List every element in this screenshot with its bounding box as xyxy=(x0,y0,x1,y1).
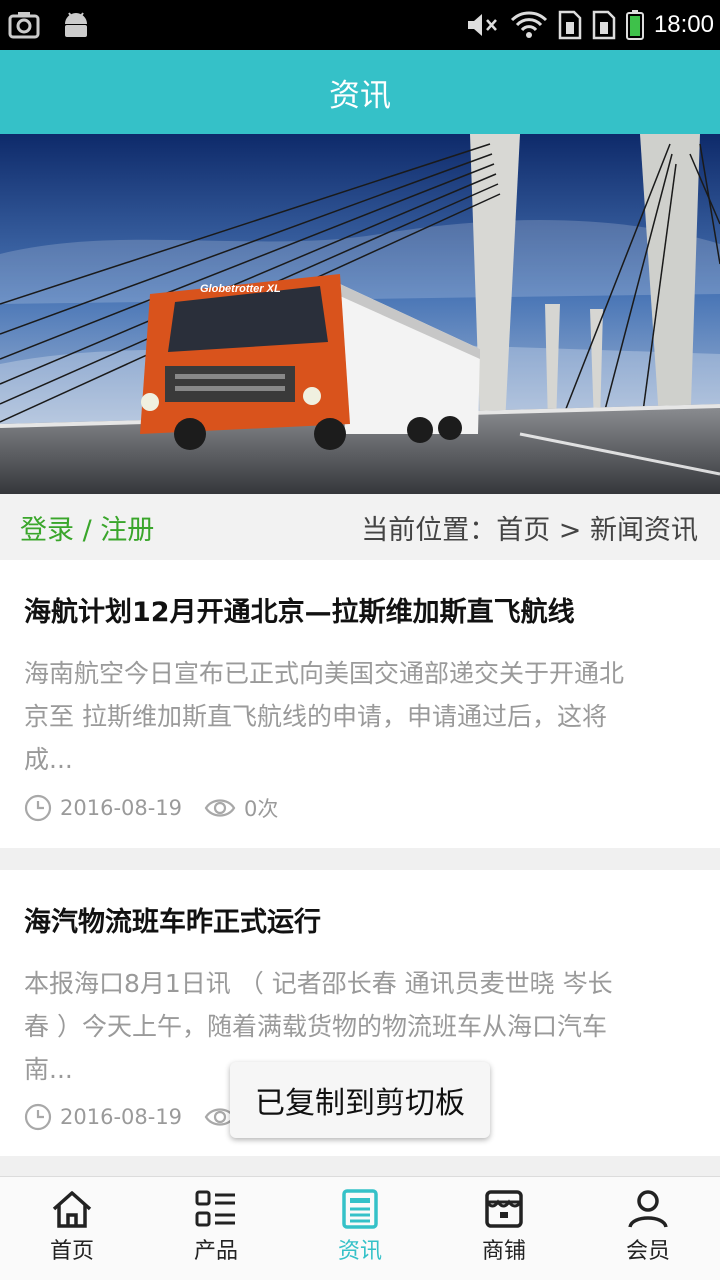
tab-products[interactable]: 产品 xyxy=(144,1177,288,1280)
store-icon xyxy=(485,1190,523,1228)
tab-label: 会员 xyxy=(625,1239,670,1264)
eye-icon xyxy=(204,799,236,817)
home-icon xyxy=(52,1191,92,1228)
news-date: 2016-08-19 xyxy=(60,796,183,820)
clock: 18:00 xyxy=(653,11,714,38)
news-title[interactable]: 海航计划12月开通北京—拉斯维加斯直飞航线 xyxy=(24,590,575,629)
tab-label: 资讯 xyxy=(337,1239,382,1264)
tab-home[interactable]: 首页 xyxy=(0,1177,144,1280)
news-meta: 2016-08-19 0次 xyxy=(24,793,278,823)
news-date: 2016-08-19 xyxy=(60,1105,183,1129)
user-icon xyxy=(628,1190,668,1228)
list-icon xyxy=(195,1190,235,1227)
news-summary: 海南航空今日宣布已正式向美国交通部递交关于开通北 京至 拉斯维加斯直飞航线的申请… xyxy=(24,659,625,774)
battery-icon xyxy=(625,10,644,40)
truck-logo-text: Globetrotter XL xyxy=(200,283,281,295)
clock-icon xyxy=(24,1103,52,1131)
android-icon xyxy=(65,12,87,37)
tab-store[interactable]: 商铺 xyxy=(432,1177,576,1280)
tab-label: 产品 xyxy=(193,1239,238,1264)
sim2-icon xyxy=(592,10,616,40)
current-location: 当前位置：首页 > 新闻资讯 xyxy=(361,515,698,546)
news-item[interactable]: 海航计划12月开通北京—拉斯维加斯直飞航线 海南航空今日宣布已正式向美国交通部递… xyxy=(0,560,720,848)
news-icon xyxy=(342,1189,378,1229)
banner-image[interactable]: Globetrotter XL xyxy=(0,134,720,494)
screenshot-icon xyxy=(8,12,40,39)
tab-member[interactable]: 会员 xyxy=(576,1177,720,1280)
news-title[interactable]: 海汽物流班车昨正式运行 xyxy=(24,900,321,939)
copied-toast: 已复制到剪切板 xyxy=(230,1062,490,1138)
status-bar: 18:00 xyxy=(0,0,720,50)
tab-news[interactable]: 资讯 xyxy=(288,1177,432,1280)
bottom-tab-bar: 首页 产品 资讯 商铺 会员 xyxy=(0,1176,720,1280)
login-register-link[interactable]: 登录 / 注册 xyxy=(20,508,154,547)
breadcrumb: 登录 / 注册 当前位置：首页 > 新闻资讯 xyxy=(0,494,720,560)
sim1-icon xyxy=(558,10,582,40)
wifi-icon xyxy=(510,11,547,38)
app-header: 资讯 xyxy=(0,50,720,134)
page-title: 资讯 xyxy=(329,77,391,114)
tab-label: 首页 xyxy=(49,1239,94,1264)
clock-icon xyxy=(24,794,52,822)
news-views: 0次 xyxy=(244,797,279,821)
mute-icon xyxy=(467,14,497,36)
tab-label: 商铺 xyxy=(481,1239,526,1264)
